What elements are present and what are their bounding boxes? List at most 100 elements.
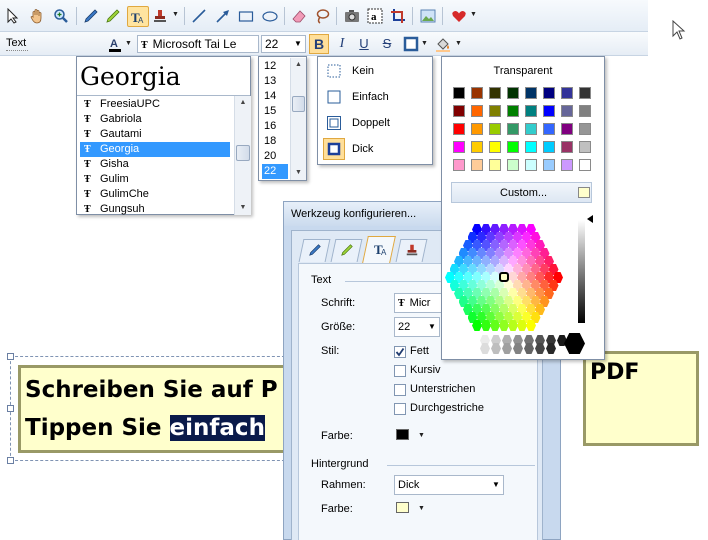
- color-swatch[interactable]: [453, 87, 465, 99]
- color-swatch[interactable]: [471, 141, 483, 153]
- gray-cell[interactable]: [480, 343, 490, 354]
- resize-handle[interactable]: [7, 457, 14, 464]
- size-list-item[interactable]: 16: [262, 119, 288, 134]
- pen-icon[interactable]: [82, 7, 100, 25]
- color-swatch[interactable]: [507, 87, 519, 99]
- color-swatch[interactable]: [543, 87, 555, 99]
- color-swatch[interactable]: [489, 105, 501, 117]
- color-swatch[interactable]: [561, 87, 573, 99]
- color-swatch[interactable]: [489, 87, 501, 99]
- font-list-item[interactable]: Ŧ Gisha: [80, 157, 230, 172]
- ellipse-tool-icon[interactable]: [261, 7, 279, 25]
- color-swatch[interactable]: [561, 141, 573, 153]
- color-swatch[interactable]: [579, 123, 591, 135]
- color-swatch[interactable]: [489, 141, 501, 153]
- color-swatch[interactable]: [471, 159, 483, 171]
- font-list-item[interactable]: Ŧ Gulim: [80, 172, 230, 187]
- style-checkbox[interactable]: [394, 365, 406, 377]
- scroll-thumb[interactable]: [236, 145, 250, 161]
- color-swatch[interactable]: [525, 123, 537, 135]
- fill-bucket-icon[interactable]: [434, 35, 452, 53]
- color-swatch[interactable]: [543, 123, 555, 135]
- image-icon[interactable]: [419, 7, 437, 25]
- heart-icon[interactable]: [450, 7, 468, 25]
- font-list-item[interactable]: Ŧ Gabriola: [80, 112, 230, 127]
- style-checkbox[interactable]: [394, 346, 406, 358]
- font-list-item[interactable]: Ŧ Gautami: [80, 127, 230, 142]
- black-cell[interactable]: [564, 333, 585, 354]
- color-swatch[interactable]: [525, 141, 537, 153]
- select-arrow-icon[interactable]: [4, 7, 22, 25]
- background-color-swatch[interactable]: [396, 502, 409, 513]
- size-list-item[interactable]: 12: [262, 59, 288, 74]
- color-swatch[interactable]: [507, 141, 519, 153]
- size-select[interactable]: 22 ▼: [394, 317, 440, 337]
- text-annotation[interactable]: Schreiben Sie auf P Tippen Sie einfach: [18, 365, 288, 453]
- color-swatch[interactable]: [471, 123, 483, 135]
- text-color-swatch[interactable]: [396, 429, 409, 440]
- font-list-scrollbar[interactable]: ▲ ▼: [234, 96, 251, 215]
- color-swatch[interactable]: [489, 159, 501, 171]
- scroll-thumb[interactable]: [292, 96, 305, 112]
- color-swatch[interactable]: [561, 123, 573, 135]
- lasso-icon[interactable]: [313, 7, 331, 25]
- scroll-up-icon[interactable]: ▲: [291, 58, 306, 72]
- color-swatch[interactable]: [579, 159, 591, 171]
- chevron-down-icon[interactable]: ▼: [291, 36, 305, 52]
- font-color-icon[interactable]: A: [106, 35, 124, 53]
- size-list-item[interactable]: 20: [262, 149, 288, 164]
- color-swatch[interactable]: [579, 105, 591, 117]
- gray-cell[interactable]: [546, 343, 556, 354]
- strikethrough-button[interactable]: S: [378, 35, 396, 53]
- size-list-item[interactable]: 15: [262, 104, 288, 119]
- font-name-combo[interactable]: Ŧ Microsoft Tai Le: [137, 35, 259, 53]
- color-swatch[interactable]: [525, 105, 537, 117]
- custom-color-button[interactable]: Custom...: [451, 182, 592, 203]
- frame-menu-item[interactable]: Dick: [320, 138, 426, 160]
- bold-button[interactable]: B: [309, 34, 329, 54]
- font-list-item[interactable]: Ŧ GulimChe: [80, 187, 230, 202]
- font-list-item[interactable]: Ŧ FreesiaUPC: [80, 97, 230, 112]
- color-swatch[interactable]: [453, 141, 465, 153]
- underline-button[interactable]: U: [355, 35, 373, 53]
- eraser-icon[interactable]: [290, 7, 308, 25]
- scroll-down-icon[interactable]: ▼: [291, 166, 306, 180]
- frame-menu-item[interactable]: Kein: [320, 60, 426, 82]
- gray-cell[interactable]: [524, 343, 534, 354]
- color-swatch[interactable]: [471, 105, 483, 117]
- frame-menu-item[interactable]: Einfach: [320, 86, 426, 108]
- stamp-icon[interactable]: [151, 7, 169, 25]
- ocr-text-icon[interactable]: a: [366, 7, 384, 25]
- chevron-down-icon[interactable]: ▼: [489, 476, 503, 494]
- color-swatch[interactable]: [507, 105, 519, 117]
- brightness-slider[interactable]: [578, 220, 585, 323]
- arrow-tool-icon[interactable]: [214, 7, 232, 25]
- border-style-icon[interactable]: [402, 35, 420, 53]
- gray-cell[interactable]: [513, 343, 523, 354]
- scroll-down-icon[interactable]: ▼: [235, 201, 251, 215]
- color-swatch[interactable]: [453, 105, 465, 117]
- frame-select[interactable]: Dick ▼: [394, 475, 504, 495]
- gray-cell[interactable]: [491, 343, 501, 354]
- color-swatch[interactable]: [453, 159, 465, 171]
- size-list-item[interactable]: 13: [262, 74, 288, 89]
- color-swatch[interactable]: [507, 159, 519, 171]
- line-tool-icon[interactable]: [190, 7, 208, 25]
- crop-icon[interactable]: [389, 7, 407, 25]
- size-list-item[interactable]: 14: [262, 89, 288, 104]
- rectangle-tool-icon[interactable]: [237, 7, 255, 25]
- text-tool-icon[interactable]: TA: [127, 6, 149, 27]
- color-swatch[interactable]: [543, 159, 555, 171]
- color-swatch[interactable]: [543, 141, 555, 153]
- hand-tool-icon[interactable]: [28, 7, 46, 25]
- style-checkbox[interactable]: [394, 384, 406, 396]
- color-swatch[interactable]: [525, 87, 537, 99]
- transparent-option[interactable]: Transparent: [442, 65, 604, 77]
- color-swatch[interactable]: [579, 87, 591, 99]
- color-swatch[interactable]: [489, 123, 501, 135]
- gray-cell[interactable]: [535, 343, 545, 354]
- brightness-pointer-icon[interactable]: [587, 215, 593, 223]
- white-cell[interactable]: [452, 333, 473, 354]
- color-swatch[interactable]: [543, 105, 555, 117]
- italic-button[interactable]: I: [333, 35, 351, 53]
